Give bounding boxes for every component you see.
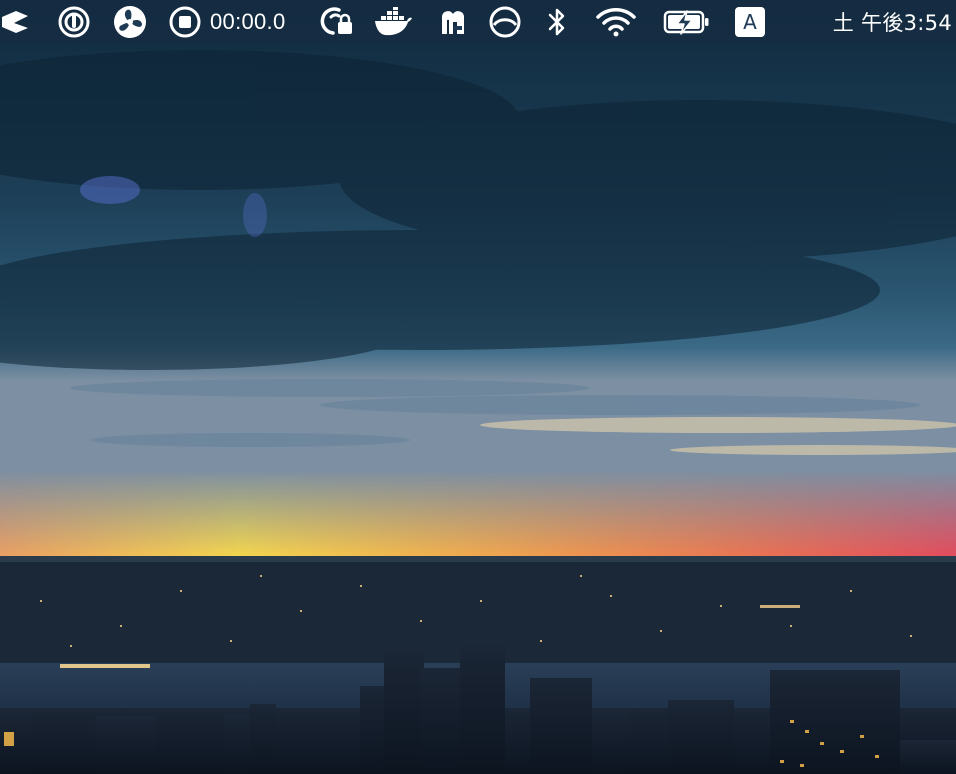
menu-bar-clock[interactable]: 土 午後3:54 [802, 0, 952, 44]
network-lock-icon[interactable] [318, 0, 356, 44]
input-method-icon[interactable]: A [733, 0, 767, 44]
power-icon[interactable] [56, 0, 92, 44]
desktop-wallpaper [0, 0, 956, 774]
record-stop-icon[interactable] [168, 0, 202, 44]
app-icon[interactable] [0, 0, 30, 44]
timer-readout: 00:00.0 [210, 9, 286, 34]
bluetooth-icon[interactable] [544, 0, 570, 44]
docker-whale-icon[interactable] [372, 0, 414, 44]
battery-charging-icon[interactable] [662, 0, 712, 44]
speed-gauge-icon[interactable] [488, 0, 522, 44]
menu-bar: 00:00.0 A 土 午後3:54 [0, 0, 956, 44]
wifi-icon[interactable] [594, 0, 638, 44]
memory-icon[interactable] [436, 0, 470, 44]
input-method-letter: A [735, 7, 765, 37]
fan-icon[interactable] [112, 0, 148, 44]
